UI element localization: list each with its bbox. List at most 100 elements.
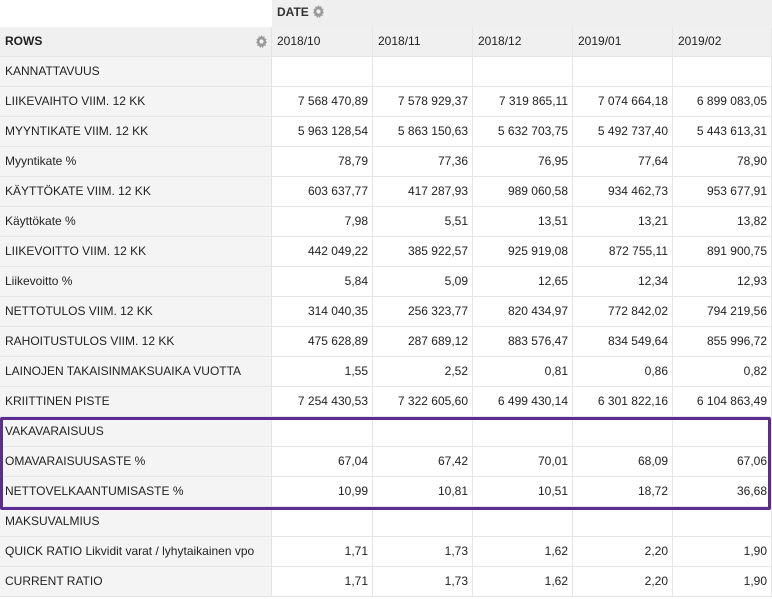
- table-cell[interactable]: 417 287,93: [373, 177, 473, 206]
- table-cell[interactable]: 820 434,97: [473, 297, 573, 326]
- table-cell[interactable]: [573, 417, 673, 446]
- table-cell[interactable]: 5,09: [373, 267, 473, 296]
- row-label[interactable]: NETTOVELKAANTUMISASTE %: [0, 477, 272, 506]
- table-cell[interactable]: [373, 417, 473, 446]
- table-cell[interactable]: 1,71: [272, 567, 373, 596]
- row-label[interactable]: MYYNTIKATE VIIM. 12 KK: [0, 117, 272, 146]
- table-cell[interactable]: 1,73: [373, 537, 473, 566]
- table-cell[interactable]: 834 549,64: [573, 327, 673, 356]
- table-cell[interactable]: 7 074 664,18: [573, 87, 673, 116]
- table-cell[interactable]: 12,65: [473, 267, 573, 296]
- table-cell[interactable]: 794 219,56: [673, 297, 772, 326]
- table-cell[interactable]: 6 104 863,49: [673, 387, 772, 416]
- table-cell[interactable]: 10,81: [373, 477, 473, 506]
- date-dimension-label[interactable]: DATE: [277, 5, 309, 19]
- table-cell[interactable]: [473, 507, 573, 536]
- table-cell[interactable]: [272, 507, 373, 536]
- table-cell[interactable]: 2,52: [373, 357, 473, 386]
- table-cell[interactable]: 6 301 822,16: [573, 387, 673, 416]
- table-cell[interactable]: 1,90: [673, 537, 772, 566]
- table-cell[interactable]: 70,01: [473, 447, 573, 476]
- table-cell[interactable]: 10,51: [473, 477, 573, 506]
- table-cell[interactable]: 2,20: [573, 537, 673, 566]
- table-cell[interactable]: [573, 507, 673, 536]
- table-cell[interactable]: 385 922,57: [373, 237, 473, 266]
- table-cell[interactable]: 5,51: [373, 207, 473, 236]
- table-cell[interactable]: 6 499 430,14: [473, 387, 573, 416]
- row-label[interactable]: KÄYTTÖKATE VIIM. 12 KK: [0, 177, 272, 206]
- row-label[interactable]: MAKSUVALMIUS: [0, 507, 272, 536]
- table-cell[interactable]: 855 996,72: [673, 327, 772, 356]
- table-cell[interactable]: [272, 417, 373, 446]
- table-cell[interactable]: 76,95: [473, 147, 573, 176]
- table-cell[interactable]: 0,86: [573, 357, 673, 386]
- row-label[interactable]: QUICK RATIO Likvidit varat / lyhytaikain…: [0, 537, 272, 566]
- table-cell[interactable]: 77,36: [373, 147, 473, 176]
- table-cell[interactable]: 7 568 470,89: [272, 87, 373, 116]
- table-cell[interactable]: 7 319 865,11: [473, 87, 573, 116]
- table-cell[interactable]: 442 049,22: [272, 237, 373, 266]
- table-cell[interactable]: 18,72: [573, 477, 673, 506]
- table-cell[interactable]: 0,82: [673, 357, 772, 386]
- table-cell[interactable]: 891 900,75: [673, 237, 772, 266]
- table-cell[interactable]: 67,04: [272, 447, 373, 476]
- table-cell[interactable]: 13,82: [673, 207, 772, 236]
- column-header[interactable]: 2018/11: [373, 27, 473, 56]
- table-cell[interactable]: 67,06: [673, 447, 772, 476]
- row-label[interactable]: KANNATTAVUUS: [0, 57, 272, 86]
- rows-dimension-label[interactable]: ROWS: [0, 27, 272, 56]
- table-cell[interactable]: 2,20: [573, 567, 673, 596]
- row-label[interactable]: VAKAVARAISUUS: [0, 417, 272, 446]
- table-cell[interactable]: 772 842,02: [573, 297, 673, 326]
- table-cell[interactable]: [473, 57, 573, 86]
- table-cell[interactable]: 1,73: [373, 567, 473, 596]
- gear-icon[interactable]: [255, 35, 268, 48]
- table-cell[interactable]: 67,42: [373, 447, 473, 476]
- row-label[interactable]: LIIKEVOITTO VIIM. 12 KK: [0, 237, 272, 266]
- table-cell[interactable]: 1,55: [272, 357, 373, 386]
- table-cell[interactable]: [673, 507, 772, 536]
- table-cell[interactable]: 36,68: [673, 477, 772, 506]
- table-cell[interactable]: 13,21: [573, 207, 673, 236]
- table-cell[interactable]: [673, 417, 772, 446]
- table-cell[interactable]: [373, 57, 473, 86]
- table-cell[interactable]: 77,64: [573, 147, 673, 176]
- row-label[interactable]: CURRENT RATIO: [0, 567, 272, 596]
- table-cell[interactable]: 872 755,11: [573, 237, 673, 266]
- table-cell[interactable]: [473, 417, 573, 446]
- row-label[interactable]: LIIKEVAIHTO VIIM. 12 KK: [0, 87, 272, 116]
- row-label[interactable]: Liikevoitto %: [0, 267, 272, 296]
- table-cell[interactable]: 314 040,35: [272, 297, 373, 326]
- table-cell[interactable]: 7 578 929,37: [373, 87, 473, 116]
- table-cell[interactable]: 7,98: [272, 207, 373, 236]
- row-label[interactable]: Myyntikate %: [0, 147, 272, 176]
- table-cell[interactable]: 7 254 430,53: [272, 387, 373, 416]
- table-cell[interactable]: 5 443 613,31: [673, 117, 772, 146]
- table-cell[interactable]: 989 060,58: [473, 177, 573, 206]
- table-cell[interactable]: 7 322 605,60: [373, 387, 473, 416]
- column-header[interactable]: 2018/12: [473, 27, 573, 56]
- table-cell[interactable]: [573, 57, 673, 86]
- table-cell[interactable]: 883 576,47: [473, 327, 573, 356]
- table-cell[interactable]: 5,84: [272, 267, 373, 296]
- table-cell[interactable]: 68,09: [573, 447, 673, 476]
- table-cell[interactable]: 0,81: [473, 357, 573, 386]
- table-cell[interactable]: 5 863 150,63: [373, 117, 473, 146]
- table-cell[interactable]: 5 963 128,54: [272, 117, 373, 146]
- table-cell[interactable]: 287 689,12: [373, 327, 473, 356]
- table-cell[interactable]: 1,71: [272, 537, 373, 566]
- table-cell[interactable]: 475 628,89: [272, 327, 373, 356]
- table-cell[interactable]: 925 919,08: [473, 237, 573, 266]
- row-label[interactable]: KRIITTINEN PISTE: [0, 387, 272, 416]
- table-cell[interactable]: 12,93: [673, 267, 772, 296]
- table-cell[interactable]: 5 492 737,40: [573, 117, 673, 146]
- row-label[interactable]: Käyttökate %: [0, 207, 272, 236]
- row-label[interactable]: RAHOITUSTULOS VIIM. 12 KK: [0, 327, 272, 356]
- table-cell[interactable]: 78,90: [673, 147, 772, 176]
- row-label[interactable]: NETTOTULOS VIIM. 12 KK: [0, 297, 272, 326]
- table-cell[interactable]: 78,79: [272, 147, 373, 176]
- table-cell[interactable]: 5 632 703,75: [473, 117, 573, 146]
- table-cell[interactable]: 13,51: [473, 207, 573, 236]
- table-cell[interactable]: [673, 57, 772, 86]
- column-header[interactable]: 2019/01: [573, 27, 673, 56]
